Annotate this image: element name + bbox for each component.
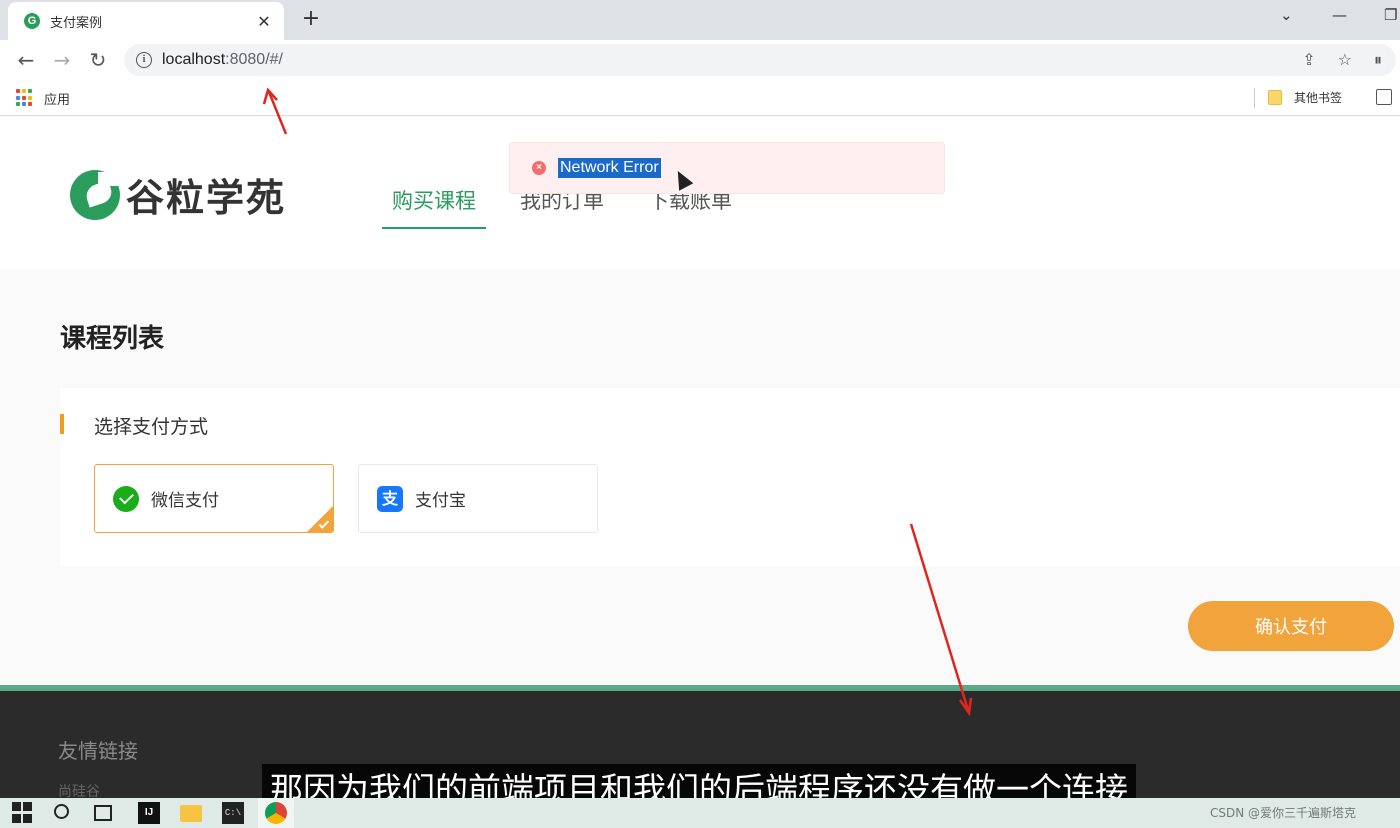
forward-icon[interactable]: →	[50, 48, 74, 72]
payment-method-card: 选择支付方式 微信支付 支 支付宝	[60, 388, 1400, 566]
apps-bookmark-label[interactable]: 应用	[44, 89, 70, 108]
error-toast: × Network Error	[509, 142, 945, 194]
bookmarks-bar: 应用 其他书签	[0, 80, 1400, 116]
tab-favicon-icon: G	[24, 13, 40, 29]
nav-item-buy-course[interactable]: 购买课程	[382, 179, 486, 229]
chrome-icon[interactable]	[265, 802, 287, 824]
watermark: CSDN @爱你三千遍斯塔克	[1210, 806, 1357, 820]
footer-title: 友情链接	[58, 739, 138, 763]
section-title: 课程列表	[60, 324, 165, 354]
site-logo[interactable]: 谷粒学苑	[70, 167, 286, 222]
taskbar: IJ C:\	[0, 798, 1400, 828]
logo-text: 谷粒学苑	[126, 176, 287, 220]
tab-strip: G 支付案例 ✕ + ⌄ — ❐	[0, 0, 1400, 40]
browser-tab[interactable]: G 支付案例 ✕	[8, 2, 284, 40]
url-path: :8080/#/	[225, 51, 283, 68]
url-text[interactable]: localhost:8080/#/	[162, 51, 283, 69]
reading-list-icon[interactable]	[1376, 89, 1392, 105]
restore-icon[interactable]: ❐	[1384, 6, 1397, 24]
tab-title: 支付案例	[50, 15, 103, 31]
tab-search-icon[interactable]: ⌄	[1280, 6, 1293, 24]
new-tab-button[interactable]: +	[298, 6, 324, 32]
file-explorer-icon[interactable]	[180, 805, 202, 822]
other-bookmarks-label[interactable]: 其他书签	[1294, 89, 1342, 106]
share-icon[interactable]: ⇪	[1302, 50, 1315, 70]
payment-method-title: 选择支付方式	[94, 416, 209, 438]
url-host: localhost	[162, 51, 226, 68]
address-bar[interactable]: i localhost:8080/#/ ⇪ ☆ ⏸	[124, 44, 1396, 76]
intellij-icon[interactable]: IJ	[138, 802, 160, 824]
minimize-icon[interactable]: —	[1332, 6, 1347, 24]
terminal-icon[interactable]: C:\	[222, 802, 244, 824]
task-view-icon[interactable]	[94, 805, 112, 821]
toast-message: Network Error	[558, 158, 661, 178]
windows-start-icon[interactable]	[12, 802, 34, 824]
reload-icon[interactable]: ↻	[86, 48, 110, 72]
star-icon[interactable]: ☆	[1338, 50, 1352, 70]
card-accent-bar	[60, 414, 64, 434]
bookmark-divider	[1254, 88, 1255, 108]
site-info-icon[interactable]: i	[136, 52, 152, 68]
profile-icon[interactable]: ⏸	[1374, 50, 1382, 70]
close-tab-icon[interactable]: ✕	[254, 12, 274, 31]
back-icon[interactable]: ←	[14, 48, 38, 72]
confirm-payment-button[interactable]: 确认支付	[1188, 601, 1394, 651]
browser-toolbar: ← → ↻ i localhost:8080/#/ ⇪ ☆ ⏸	[0, 40, 1400, 80]
wechat-pay-label: 微信支付	[151, 491, 219, 511]
folder-icon[interactable]	[1268, 90, 1282, 105]
search-icon[interactable]	[54, 804, 69, 819]
alipay-option[interactable]: 支 支付宝	[358, 464, 598, 533]
apps-grid-icon[interactable]	[16, 89, 34, 107]
error-icon: ×	[532, 161, 546, 175]
selected-corner-badge	[307, 506, 333, 532]
wechat-pay-option[interactable]: 微信支付	[94, 464, 334, 533]
logo-icon	[70, 169, 120, 220]
alipay-icon: 支	[377, 485, 403, 512]
wechat-icon	[113, 485, 139, 512]
alipay-label: 支付宝	[415, 491, 466, 511]
